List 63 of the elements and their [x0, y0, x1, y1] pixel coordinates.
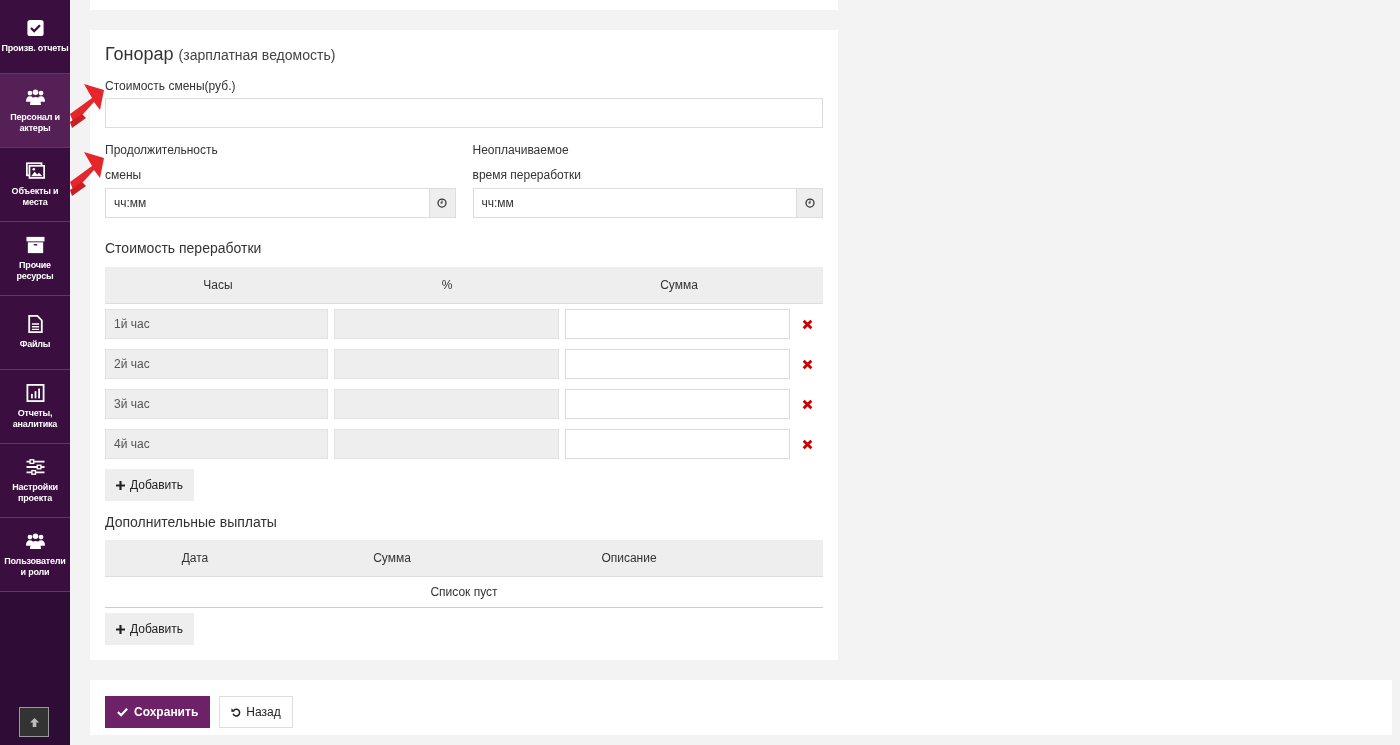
section-heading: Стоимость переработки [105, 240, 263, 257]
read-only-field: 4й час [105, 429, 328, 460]
column-header: Дата [180, 551, 210, 566]
scroll-top-button[interactable] [19, 707, 49, 737]
column-header: Описание [600, 551, 658, 566]
input-field[interactable] [565, 309, 790, 340]
sidebar-item[interactable]: Персонал и актеры [0, 74, 70, 148]
sidebar-item[interactable]: Объекты и места [0, 148, 70, 222]
read-only-field: 1й час [105, 309, 328, 340]
time-input-field[interactable]: чч:мм [105, 188, 429, 219]
section-title: Гонорар [105, 44, 174, 65]
clock-icon [804, 198, 815, 209]
close-icon [801, 438, 813, 450]
column-header: % [440, 278, 454, 293]
annotation-arrow-drawing [70, 152, 104, 198]
back-button[interactable]: Назад [219, 696, 293, 729]
people-icon [25, 87, 45, 106]
arrow-up-icon [28, 716, 40, 728]
clock-button[interactable] [796, 188, 823, 219]
archive-box-icon [25, 235, 45, 254]
add-button[interactable]: Добавить [105, 469, 195, 502]
section-heading: Дополнительные выплаты [105, 514, 278, 531]
delete-button[interactable] [800, 317, 814, 332]
checkmark-icon [117, 707, 128, 718]
sidebar-item[interactable]: Пользователи и роли [0, 518, 70, 592]
column-header: Часы [202, 278, 234, 293]
sidebar-item[interactable]: Произв. отчеты [0, 0, 70, 74]
input-field[interactable] [565, 429, 790, 460]
bar-chart-icon [25, 383, 45, 402]
read-only-field: 3й час [105, 389, 328, 420]
checkbox-icon [25, 19, 45, 38]
image-icon [25, 161, 45, 180]
sidebar-item[interactable]: Настройки проекта [0, 444, 70, 518]
input-field[interactable] [105, 98, 823, 129]
empty-message: Список пуст [105, 577, 823, 609]
delete-button[interactable] [800, 397, 814, 412]
input-field[interactable] [565, 349, 790, 380]
field-label: Стоимость смены(руб.) [105, 79, 237, 94]
read-only-field: 2й час [105, 349, 328, 380]
input-field[interactable] [565, 389, 790, 420]
clock-button[interactable] [428, 188, 456, 219]
delete-button[interactable] [800, 357, 814, 372]
delete-button[interactable] [800, 437, 814, 452]
people-icon [25, 531, 45, 550]
document-icon [25, 315, 45, 334]
add-button[interactable]: Добавить [105, 613, 195, 646]
plus-icon [116, 480, 125, 490]
undo-icon [231, 707, 242, 718]
plus-icon [116, 624, 125, 634]
save-button[interactable]: Сохранить [105, 696, 211, 729]
sidebar-item[interactable]: Прочие ресурсы [0, 222, 70, 296]
sidebar-item[interactable]: Файлы [0, 296, 70, 370]
close-icon [801, 398, 813, 410]
column-header: Сумма [659, 278, 699, 293]
section-subtitle: (зарплатная ведомость) [178, 47, 336, 64]
sidebar-item[interactable]: Отчеты, аналитика [0, 370, 70, 444]
sliders-icon [25, 457, 45, 476]
column-header: Сумма [372, 551, 412, 566]
clock-icon [437, 198, 447, 209]
annotation-arrow-drawing [70, 84, 104, 130]
close-icon [801, 318, 813, 330]
close-icon [801, 358, 813, 370]
time-input-field[interactable]: чч:мм [472, 188, 796, 219]
